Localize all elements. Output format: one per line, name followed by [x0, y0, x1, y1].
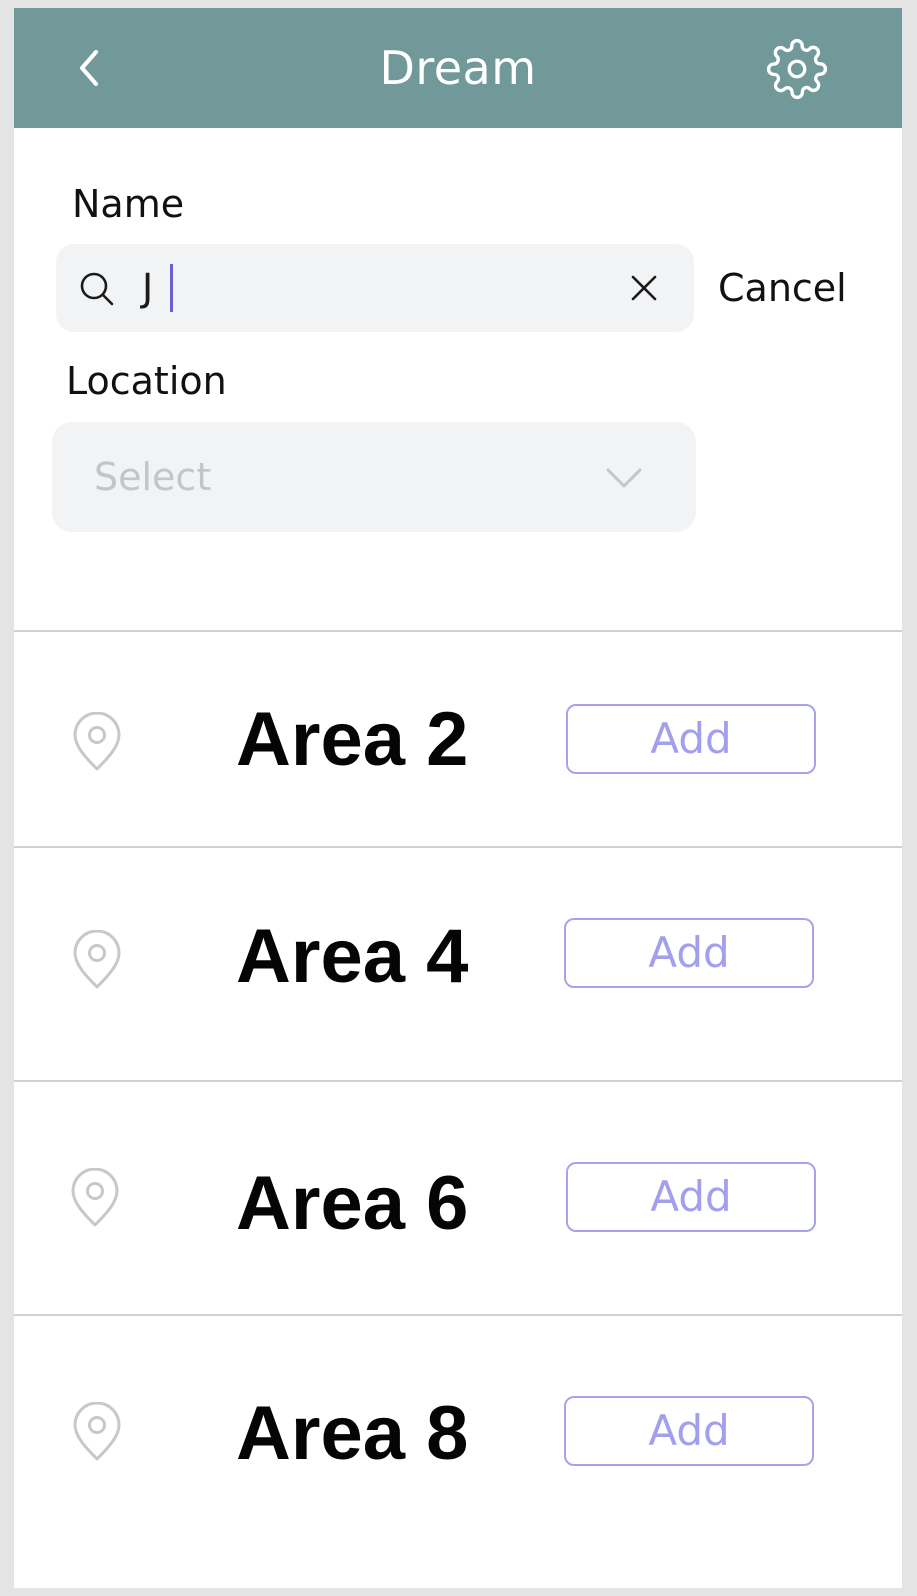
app-screen: Dream Name J Cancel Location Select Area…: [14, 8, 902, 1588]
area-name: Area 6: [236, 1161, 469, 1246]
location-pin-icon: [73, 1402, 121, 1461]
area-name: Area 4: [236, 914, 469, 999]
clear-search-button[interactable]: [622, 266, 666, 310]
cancel-button[interactable]: Cancel: [718, 266, 847, 310]
location-select-placeholder: Select: [94, 455, 212, 499]
add-button[interactable]: Add: [564, 1396, 814, 1466]
list-item: Area 8 Add: [14, 1316, 902, 1588]
search-icon: [80, 272, 114, 306]
chevron-down-icon: [606, 468, 642, 488]
add-button[interactable]: Add: [566, 704, 816, 774]
list-item: Area 4 Add: [14, 848, 902, 1080]
area-name: Area 2: [236, 697, 469, 782]
area-name: Area 8: [236, 1391, 469, 1476]
location-pin-icon: [73, 712, 121, 771]
location-label: Location: [66, 359, 227, 403]
name-label: Name: [72, 182, 185, 226]
location-pin-icon: [71, 1168, 119, 1227]
top-app-bar: Dream: [14, 8, 902, 128]
list-item: Area 2 Add: [14, 632, 902, 846]
close-icon: [631, 275, 657, 301]
search-input-value: J: [142, 266, 154, 310]
settings-button[interactable]: [766, 38, 828, 100]
name-search-input[interactable]: J: [56, 244, 694, 332]
location-pin-icon: [73, 930, 121, 989]
location-select[interactable]: Select: [52, 422, 696, 532]
text-cursor: [170, 264, 173, 312]
add-button[interactable]: Add: [564, 918, 814, 988]
gear-icon: [766, 38, 828, 100]
add-button[interactable]: Add: [566, 1162, 816, 1232]
list-item: Area 6 Add: [14, 1082, 902, 1314]
